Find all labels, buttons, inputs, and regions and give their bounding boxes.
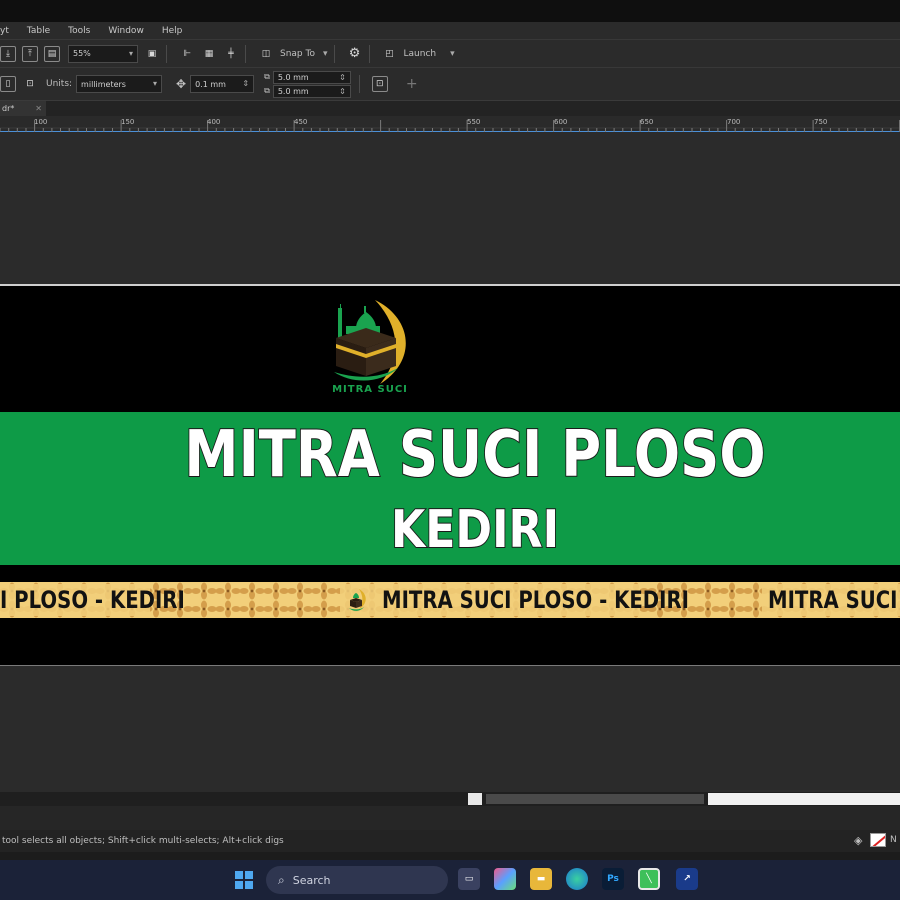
publish-pdf-icon[interactable]: ▤ bbox=[44, 45, 60, 62]
ruler-label: 700 bbox=[727, 118, 740, 126]
import-icon[interactable]: ⤓ bbox=[0, 45, 16, 62]
status-bar: tool selects all objects; Shift+click mu… bbox=[0, 830, 900, 852]
strip-text-left: I PLOSO - KEDIRI bbox=[0, 586, 185, 614]
ruler-label: 650 bbox=[640, 118, 653, 126]
chevron-down-icon[interactable]: ▾ bbox=[450, 49, 455, 59]
export-icon[interactable]: ⤒ bbox=[22, 45, 38, 62]
menu-item-help[interactable]: Help bbox=[162, 26, 183, 36]
no-fill-swatch-icon[interactable] bbox=[870, 833, 886, 847]
task-view-icon[interactable]: ▭ bbox=[458, 868, 480, 890]
duplicate-y-value: 5.0 mm bbox=[277, 86, 309, 96]
full-screen-icon[interactable]: ▣ bbox=[144, 46, 160, 62]
ruler-label: 100 bbox=[34, 118, 47, 126]
close-icon[interactable]: ✕ bbox=[35, 101, 42, 116]
nudge-icon: ✥ bbox=[176, 77, 187, 91]
document-tab-bar bbox=[0, 100, 900, 116]
show-grid-icon[interactable]: ▦ bbox=[201, 46, 217, 62]
zoom-level-field[interactable]: 55% ▾ bbox=[68, 44, 138, 63]
portrait-icon[interactable]: ▯ bbox=[0, 76, 16, 92]
units-label: Units: bbox=[46, 79, 73, 89]
launch-dropdown[interactable]: Launch bbox=[404, 49, 437, 59]
ruler-label: 550 bbox=[467, 118, 480, 126]
property-bar: ▯ ⊡ Units: millimeters ▾ ✥ 0.1 mm ⇕ ⧉ 5.… bbox=[0, 67, 900, 100]
small-mosque-logo-icon bbox=[349, 589, 366, 611]
snap-icon[interactable]: ◫ bbox=[258, 46, 274, 62]
horizontal-scrollbar[interactable] bbox=[0, 792, 900, 806]
document-tab[interactable]: dr* ✕ bbox=[0, 101, 46, 116]
add-button[interactable]: + bbox=[406, 76, 418, 92]
ruler-label: 400 bbox=[207, 118, 220, 126]
snap-to-dropdown[interactable]: Snap To bbox=[280, 49, 315, 59]
chevron-down-icon: ▾ bbox=[128, 48, 133, 58]
menu-item-tools[interactable]: Tools bbox=[68, 26, 90, 36]
banner-title: MITRA SUCI PLOSO bbox=[184, 417, 767, 493]
ruler-ticks: 100 150 400 450 550 600 650 700 750 bbox=[0, 118, 900, 132]
options-gear-icon[interactable]: ⚙ bbox=[347, 46, 363, 62]
toolbar-divider bbox=[368, 44, 370, 63]
photoshop-icon[interactable]: Ps bbox=[602, 868, 624, 890]
show-guidelines-icon[interactable]: ╪ bbox=[223, 46, 239, 62]
windows-start-icon[interactable] bbox=[234, 870, 254, 890]
duplicate-x-value: 5.0 mm bbox=[277, 72, 309, 82]
toolbar-divider bbox=[358, 75, 360, 93]
launch-icon[interactable]: ◰ bbox=[382, 46, 398, 62]
duplicate-distance-y-field[interactable]: 5.0 mm ⇕ bbox=[272, 84, 351, 98]
mosque-logo bbox=[334, 300, 406, 384]
page-tab-area bbox=[0, 806, 900, 830]
stepper-icon[interactable]: ⇕ bbox=[242, 79, 249, 88]
nudge-distance-field[interactable]: 0.1 mm ⇕ bbox=[190, 75, 255, 93]
banner-subtitle: KEDIRI bbox=[390, 499, 560, 561]
photoshop-label: Ps bbox=[607, 874, 619, 884]
duplicate-x-icon: ⧉ bbox=[264, 72, 270, 81]
coreldraw-icon[interactable]: ╲ bbox=[638, 868, 660, 890]
stepper-icon[interactable]: ⇕ bbox=[339, 87, 346, 96]
search-placeholder: Search bbox=[292, 873, 331, 887]
page-navigator[interactable] bbox=[708, 793, 900, 805]
menu-item-table[interactable]: Table bbox=[27, 26, 50, 36]
ruler-label: 450 bbox=[294, 118, 307, 126]
title-bar bbox=[0, 0, 900, 22]
duplicate-distance-x-field[interactable]: 5.0 mm ⇕ bbox=[272, 70, 351, 84]
page-frame-icon[interactable]: ⊡ bbox=[371, 76, 388, 92]
ruler-label: 150 bbox=[121, 118, 134, 126]
fill-bucket-icon[interactable]: ◈ bbox=[854, 834, 862, 847]
menu-item-layout[interactable]: yt bbox=[0, 26, 9, 36]
zoom-level-value: 55% bbox=[73, 49, 91, 58]
toolbar-divider bbox=[166, 44, 167, 63]
status-right-text: N bbox=[890, 835, 897, 845]
chevron-down-icon[interactable]: ▾ bbox=[323, 49, 328, 59]
menu-item-window[interactable]: Window bbox=[108, 26, 144, 36]
document-tab-label: dr* bbox=[2, 104, 15, 113]
units-value: millimeters bbox=[81, 79, 126, 89]
menu-bar: yt Table Tools Window Help bbox=[0, 22, 900, 39]
search-icon: ⌕ bbox=[278, 872, 285, 887]
chevron-down-icon: ▾ bbox=[153, 79, 158, 88]
stepper-icon[interactable]: ⇕ bbox=[339, 73, 346, 82]
units-select[interactable]: millimeters ▾ bbox=[76, 75, 163, 93]
file-explorer-icon[interactable]: ▬ bbox=[530, 868, 552, 890]
horizontal-ruler[interactable]: 100 150 400 450 550 600 650 700 750 bbox=[0, 116, 900, 132]
show-rulers-icon[interactable]: ⊩ bbox=[179, 46, 195, 62]
status-hint-text: tool selects all objects; Shift+click mu… bbox=[2, 836, 284, 846]
logo-text: MITRA SUCI bbox=[332, 384, 408, 395]
app-icon[interactable]: ↗ bbox=[676, 868, 698, 890]
duplicate-y-icon: ⧉ bbox=[264, 86, 270, 95]
landscape-icon[interactable]: ⊡ bbox=[22, 76, 38, 92]
standard-toolbar: ⤓ ⤒ ▤ 55% ▾ ▣ ⊩ ▦ ╪ ◫ Snap To ▾ ⚙ ◰ Laun… bbox=[0, 39, 900, 67]
ruler-label: 750 bbox=[814, 118, 827, 126]
copilot-icon[interactable] bbox=[494, 868, 516, 890]
scroll-track[interactable] bbox=[486, 794, 704, 804]
scroll-thumb[interactable] bbox=[468, 793, 482, 805]
toolbar-divider bbox=[333, 44, 335, 63]
strip-text-center: MITRA SUCI PLOSO - KEDIRI bbox=[382, 586, 689, 614]
nudge-distance-value: 0.1 mm bbox=[195, 79, 226, 89]
windows-taskbar bbox=[0, 860, 900, 900]
edge-browser-icon[interactable] bbox=[566, 868, 588, 890]
ruler-label: 600 bbox=[554, 118, 567, 126]
strip-text-right: MITRA SUCI PL bbox=[768, 586, 900, 614]
taskbar-search-box[interactable]: ⌕ Search bbox=[266, 866, 448, 894]
toolbar-divider bbox=[245, 44, 246, 63]
